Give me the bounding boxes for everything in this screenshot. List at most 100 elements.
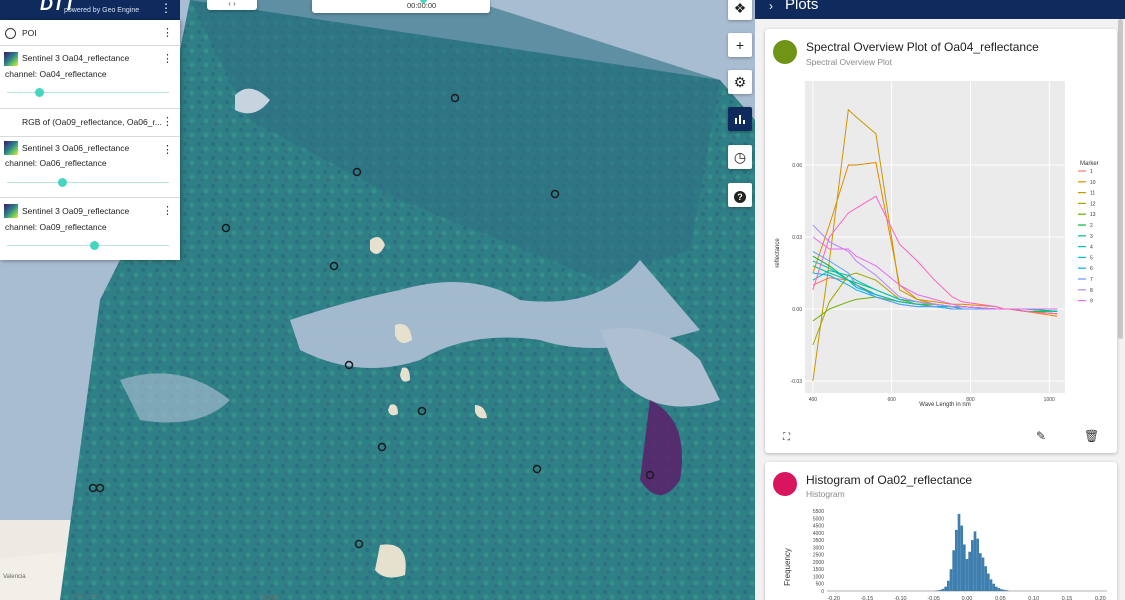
- histogram-bar: [963, 544, 966, 591]
- histogram-bar: [989, 579, 993, 591]
- x-tick-label: 0.05: [995, 596, 1006, 600]
- kebab-icon[interactable]: ⋮: [162, 204, 173, 217]
- map-navigation-widget[interactable]: ‹ ›: [207, 0, 257, 10]
- histogram-bar: [1005, 590, 1009, 591]
- svg-text:Valencia: Valencia: [3, 574, 26, 580]
- x-tick-label: 1000: [1044, 397, 1055, 403]
- spectral-chart: reflectance Wave Length in nm Marker -0.…: [775, 81, 1099, 408]
- opacity-slider[interactable]: [7, 92, 169, 93]
- opacity-slider-thumb[interactable]: [35, 88, 45, 97]
- histogram-bar: [952, 550, 955, 591]
- y-axis-label: Frequency: [783, 548, 792, 586]
- layer-item-oa04[interactable]: Sentinel 3 Oa04_reflectance ⋮ channel: O…: [0, 46, 180, 109]
- plot-subtitle: Histogram: [806, 489, 845, 499]
- legend-label: 11: [1090, 191, 1095, 197]
- y-tick-label: 5000: [813, 516, 824, 522]
- time-icon[interactable]: ◷: [728, 145, 752, 169]
- kebab-icon[interactable]: ⋮: [162, 52, 173, 65]
- plot-subtitle: Spectral Overview Plot: [806, 57, 892, 67]
- legend-label: 13: [1090, 212, 1096, 218]
- legend-label: 8: [1090, 288, 1093, 294]
- kebab-icon[interactable]: ⋮: [160, 1, 172, 15]
- help-icon[interactable]: ?: [728, 183, 752, 207]
- layer-channel: channel: Oa04_reflectance: [5, 69, 107, 79]
- histogram-bar: [947, 580, 950, 591]
- layer-title: POI: [22, 28, 37, 38]
- x-tick-label: 400: [809, 397, 818, 403]
- kebab-icon[interactable]: ⋮: [162, 143, 173, 156]
- y-tick-label: 4000: [813, 531, 824, 537]
- histogram-bar: [955, 529, 958, 591]
- fullscreen-icon[interactable]: ⛶: [783, 432, 790, 443]
- plot-card-histogram: Histogram of Oa02_reflectance Histogram …: [765, 462, 1117, 600]
- layer-channel: channel: Oa06_reflectance: [5, 158, 107, 168]
- histogram-bar: [939, 589, 942, 591]
- colormap-icon: [4, 204, 18, 218]
- histogram-bar: [992, 583, 995, 591]
- layer-title: RGB of (Oa09_reflectance, Oa06_r...: [22, 117, 162, 127]
- y-tick-label: 1000: [813, 574, 824, 580]
- x-tick-label: -0.20: [827, 596, 840, 600]
- chevron-right-icon[interactable]: ›: [769, 0, 773, 13]
- histogram-bar: [995, 586, 998, 591]
- x-tick-label: 600: [887, 397, 896, 403]
- x-tick-label: 0.20: [1095, 596, 1106, 600]
- histogram-bar: [936, 590, 939, 591]
- y-tick-label: 2500: [813, 553, 824, 559]
- legend-label: 9: [1090, 299, 1093, 305]
- powered-by-text: powered by Geo Engine: [64, 7, 140, 14]
- legend-label: 12: [1090, 201, 1096, 207]
- radio-circle-icon[interactable]: [5, 28, 16, 39]
- layer-item-oa06[interactable]: Sentinel 3 Oa06_reflectance ⋮ channel: O…: [0, 137, 180, 198]
- layer-item-poi[interactable]: POI ⋮: [0, 20, 180, 46]
- legend-label: 4: [1090, 245, 1093, 251]
- y-tick-label: 2000: [813, 560, 824, 566]
- app-header: DTT powered by Geo Engine ⋮: [0, 0, 180, 20]
- histogram-bar: [957, 513, 961, 591]
- x-tick-label: 0.10: [1028, 596, 1039, 600]
- plots-icon[interactable]: [728, 107, 752, 131]
- plot-avatar: [773, 40, 797, 64]
- plot-title: Histogram of Oa02_reflectance: [806, 473, 973, 487]
- histogram-bar: [944, 586, 947, 591]
- layer-title: Sentinel 3 Oa09_reflectance: [22, 206, 130, 216]
- colormap-icon: [4, 141, 18, 155]
- histogram-bar: [960, 525, 963, 591]
- layer-item-rgb[interactable]: RGB of (Oa09_reflectance, Oa06_r... ⋮: [0, 109, 180, 137]
- histogram-chart: Frequency 0500 1000150020002500 3000350040…: [783, 509, 1107, 600]
- plots-title: Plots: [785, 0, 819, 13]
- layer-list: POI ⋮ Sentinel 3 Oa04_reflectance ⋮ chan…: [0, 20, 180, 260]
- x-tick-label: 0.15: [1062, 596, 1073, 600]
- opacity-slider-thumb[interactable]: [58, 178, 68, 187]
- histogram-bar: [976, 538, 979, 591]
- x-tick-label: 800: [966, 397, 975, 403]
- legend-title: Marker: [1080, 161, 1099, 167]
- y-tick-label: 3500: [813, 538, 824, 544]
- kebab-icon[interactable]: ⋮: [162, 115, 173, 128]
- histogram-bar: [984, 566, 987, 591]
- histogram-bar: [1000, 589, 1003, 591]
- histogram-bar: [979, 553, 982, 591]
- legend-label: 1: [1090, 169, 1093, 175]
- histogram-bar: [965, 559, 969, 591]
- opacity-slider[interactable]: [7, 245, 169, 246]
- layer-item-oa09[interactable]: Sentinel 3 Oa09_reflectance ⋮ channel: O…: [0, 198, 180, 260]
- edit-icon[interactable]: ✎: [1036, 429, 1046, 443]
- legend-label: 6: [1090, 266, 1093, 272]
- add-icon[interactable]: +: [728, 33, 752, 57]
- opacity-slider-thumb[interactable]: [90, 241, 100, 250]
- operators-icon[interactable]: ⚙: [728, 70, 752, 94]
- time-slider-widget[interactable]: 00:00:00: [312, 0, 490, 13]
- plots-header: › Plots: [755, 0, 1125, 19]
- opacity-slider[interactable]: [7, 182, 169, 183]
- delete-icon[interactable]: 🗑: [1084, 429, 1099, 443]
- histogram-bar: [997, 588, 1001, 591]
- y-tick-label: 0.06: [792, 163, 802, 169]
- layer-title: Sentinel 3 Oa04_reflectance: [22, 53, 130, 63]
- layers-icon[interactable]: ❖: [728, 0, 752, 20]
- y-tick-label: 0: [821, 589, 824, 595]
- kebab-icon[interactable]: ⋮: [162, 26, 173, 39]
- legend-label: 2: [1090, 223, 1093, 229]
- scrollbar[interactable]: [1118, 19, 1123, 339]
- layer-title: Sentinel 3 Oa06_reflectance: [22, 143, 130, 153]
